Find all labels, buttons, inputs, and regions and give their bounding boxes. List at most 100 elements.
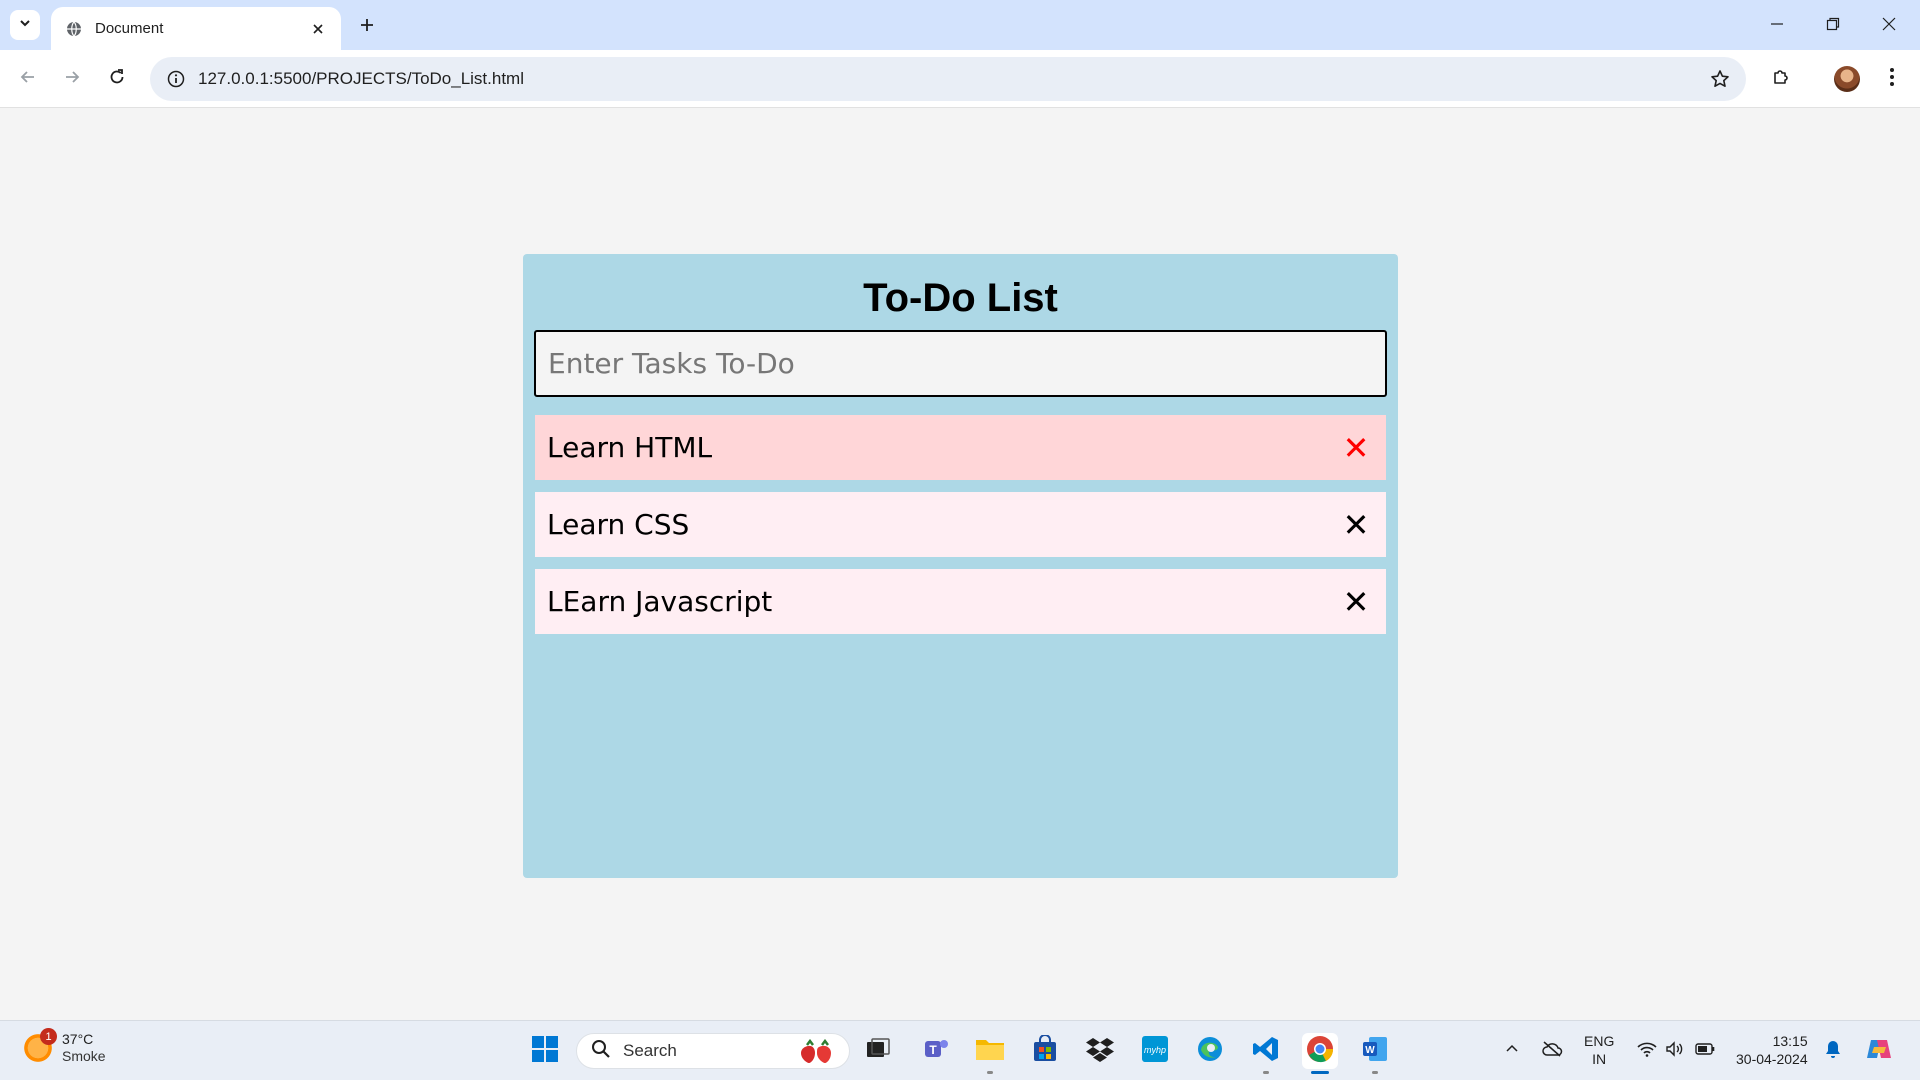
task-label: LEarn Javascript	[547, 585, 773, 618]
menu-button[interactable]	[1876, 63, 1908, 95]
volume-button[interactable]	[1664, 1037, 1686, 1065]
svg-text:T: T	[929, 1043, 937, 1057]
arrow-right-icon	[63, 68, 81, 91]
edge-icon	[1196, 1035, 1224, 1068]
language-indicator[interactable]: ENG IN	[1584, 1032, 1614, 1068]
task-label: Learn HTML	[547, 431, 713, 464]
close-tab-icon[interactable]	[307, 18, 329, 40]
myhp-app[interactable]: myhp	[1137, 1033, 1173, 1069]
clock[interactable]: 13:15 30-04-2024	[1736, 1032, 1808, 1068]
url-text[interactable]: 127.0.0.1:5500/PROJECTS/ToDo_List.html	[198, 69, 524, 89]
show-hidden-icons-button[interactable]	[1502, 1037, 1522, 1065]
search-icon	[591, 1039, 611, 1064]
delete-task-icon[interactable]: ✕	[1338, 582, 1374, 622]
puzzle-icon	[1771, 67, 1791, 92]
running-indicator	[1372, 1071, 1378, 1074]
teams-app[interactable]: T	[918, 1033, 954, 1069]
chevron-up-icon	[1505, 1042, 1519, 1061]
chevron-down-icon	[18, 16, 32, 35]
weather-description: Smoke	[62, 1048, 106, 1064]
tab-search-button[interactable]	[10, 10, 40, 40]
edge-app[interactable]	[1192, 1033, 1228, 1069]
vscode-app[interactable]	[1248, 1033, 1284, 1074]
weather-widget[interactable]: 1 37°C Smoke	[22, 1028, 106, 1065]
store-icon	[1031, 1033, 1059, 1068]
page-viewport: To-Do List Learn HTML ✕ Learn CSS ✕ LEar…	[0, 108, 1920, 1020]
notification-badge: 1	[40, 1028, 57, 1045]
browser-toolbar: 127.0.0.1:5500/PROJECTS/ToDo_List.html	[0, 50, 1920, 108]
info-icon[interactable]	[154, 57, 198, 101]
battery-icon	[1695, 1042, 1715, 1060]
taskbar: 1 37°C Smoke Search T myhp W ENG IN 13:1…	[0, 1020, 1920, 1080]
running-indicator	[987, 1071, 993, 1074]
extensions-button[interactable]	[1765, 63, 1797, 95]
page-title: To-Do List	[863, 276, 1058, 320]
task-view-icon	[865, 1036, 891, 1067]
forward-button[interactable]	[56, 63, 88, 95]
address-bar[interactable]: 127.0.0.1:5500/PROJECTS/ToDo_List.html	[150, 57, 1746, 101]
close-window-button[interactable]	[1866, 8, 1912, 40]
reload-icon	[108, 68, 126, 91]
battery-button[interactable]	[1694, 1037, 1716, 1065]
copilot-icon	[1865, 1035, 1893, 1068]
onedrive-button[interactable]	[1539, 1037, 1565, 1065]
back-button[interactable]	[12, 63, 44, 95]
chrome-icon	[1306, 1035, 1334, 1068]
taskbar-search[interactable]: Search	[576, 1033, 850, 1069]
svg-text:W: W	[1365, 1045, 1375, 1056]
restore-button[interactable]	[1810, 8, 1856, 40]
start-button[interactable]	[527, 1033, 563, 1069]
region-code: IN	[1592, 1051, 1607, 1067]
svg-text:myhp: myhp	[1144, 1045, 1166, 1055]
reload-button[interactable]	[101, 63, 133, 95]
teams-icon: T	[922, 1035, 950, 1068]
task-label: Learn CSS	[547, 508, 690, 541]
todo-card: To-Do List Learn HTML ✕ Learn CSS ✕ LEar…	[523, 254, 1398, 878]
volume-icon	[1665, 1040, 1685, 1062]
store-app[interactable]	[1027, 1033, 1063, 1069]
task-item[interactable]: Learn CSS ✕	[535, 492, 1386, 557]
task-view-button[interactable]	[860, 1033, 896, 1069]
running-indicator	[1311, 1071, 1329, 1074]
language-code: ENG	[1584, 1033, 1615, 1049]
word-app[interactable]: W	[1357, 1033, 1393, 1074]
vscode-icon	[1252, 1035, 1280, 1068]
wifi-icon	[1637, 1041, 1657, 1062]
avatar	[1834, 66, 1860, 92]
weather-temperature: 37°C	[62, 1031, 94, 1047]
task-input[interactable]	[534, 330, 1387, 397]
arrow-left-icon	[19, 68, 37, 91]
task-item[interactable]: Learn HTML ✕	[535, 415, 1386, 480]
myhp-icon: myhp	[1141, 1035, 1169, 1068]
delete-task-icon[interactable]: ✕	[1338, 428, 1374, 468]
weather-icon: 1	[22, 1028, 57, 1064]
running-indicator	[1263, 1071, 1269, 1074]
notifications-button[interactable]	[1822, 1037, 1844, 1065]
bell-icon	[1824, 1039, 1842, 1064]
cloud-off-icon	[1541, 1040, 1563, 1063]
minimize-button[interactable]	[1754, 8, 1800, 40]
chrome-app[interactable]	[1302, 1033, 1338, 1074]
dropbox-app[interactable]	[1082, 1033, 1118, 1069]
search-label: Search	[623, 1041, 677, 1060]
copilot-button[interactable]	[1864, 1037, 1894, 1065]
globe-icon	[65, 20, 83, 38]
strawberry-icon	[797, 1038, 837, 1071]
wifi-button[interactable]	[1636, 1037, 1658, 1065]
word-icon: W	[1361, 1035, 1389, 1068]
task-item[interactable]: LEarn Javascript ✕	[535, 569, 1386, 634]
folder-icon	[975, 1036, 1005, 1067]
task-list: Learn HTML ✕ Learn CSS ✕ LEarn Javascrip…	[535, 415, 1386, 646]
browser-tab-strip: Document	[0, 0, 1920, 50]
file-explorer-app[interactable]	[972, 1033, 1008, 1074]
delete-task-icon[interactable]: ✕	[1338, 505, 1374, 545]
clock-date: 30-04-2024	[1736, 1051, 1808, 1067]
star-icon[interactable]	[1708, 67, 1732, 91]
browser-tab[interactable]: Document	[51, 7, 341, 50]
dropbox-icon	[1086, 1036, 1114, 1067]
clock-time: 13:15	[1772, 1033, 1808, 1049]
profile-button[interactable]	[1831, 63, 1863, 95]
tab-title: Document	[95, 20, 164, 37]
new-tab-button[interactable]	[354, 12, 380, 38]
windows-icon	[531, 1035, 559, 1068]
